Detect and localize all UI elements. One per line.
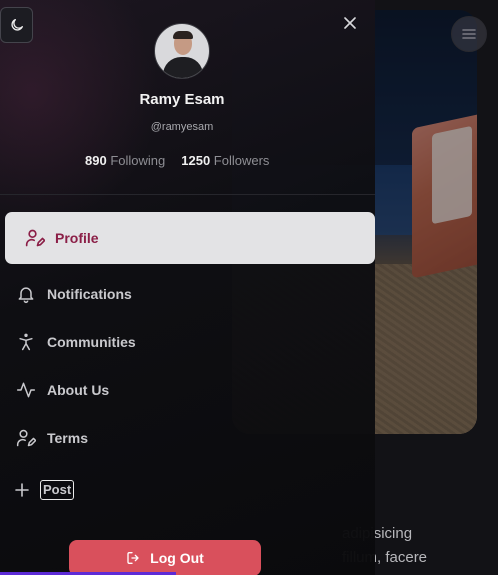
- logout-button[interactable]: Log Out: [69, 540, 261, 575]
- nav-item-label: Communities: [47, 334, 136, 350]
- following-count: 890: [85, 153, 107, 168]
- followers-label: Followers: [213, 153, 270, 168]
- post-button[interactable]: Post: [0, 478, 120, 504]
- nav-item-label: Notifications: [47, 286, 132, 302]
- theme-toggle-button[interactable]: [0, 7, 33, 43]
- accessibility-icon: [19, 333, 33, 351]
- close-icon: [344, 17, 356, 29]
- bell-icon: [18, 287, 34, 304]
- menu-button[interactable]: [451, 16, 487, 52]
- menu-icon: [462, 29, 476, 39]
- followers-count: 1250: [181, 153, 211, 168]
- user-edit-icon: [16, 429, 36, 447]
- nav-item-profile[interactable]: Profile: [5, 212, 375, 264]
- side-drawer: Ramy Esam @ramyesam 890 Following 1250 F…: [0, 0, 375, 575]
- followers-stat[interactable]: 1250 Followers: [181, 153, 269, 168]
- following-stat[interactable]: 890 Following: [85, 153, 165, 168]
- logout-icon: [127, 552, 139, 564]
- following-label: Following: [110, 153, 166, 168]
- nav-item-label: Terms: [47, 430, 88, 446]
- nav-item-label: About Us: [47, 382, 110, 398]
- post-label: Post: [40, 480, 75, 500]
- divider: [0, 194, 375, 195]
- plus-icon: [15, 483, 29, 497]
- user-name: Ramy Esam: [139, 91, 225, 108]
- nav-item-communities[interactable]: Communities: [0, 328, 375, 356]
- nav-item-terms[interactable]: Terms: [0, 424, 375, 452]
- logout-label: Log Out: [150, 550, 204, 566]
- moon-icon: [10, 19, 23, 31]
- close-drawer-button[interactable]: [341, 14, 359, 32]
- nav-item-notifications[interactable]: Notifications: [0, 280, 375, 308]
- avatar[interactable]: [154, 23, 210, 79]
- nav-item-about-us[interactable]: About Us: [0, 376, 375, 404]
- user-handle: @ramyesam: [150, 121, 214, 133]
- user-edit-icon: [25, 229, 45, 247]
- nav-item-label: Profile: [55, 230, 99, 246]
- activity-icon: [16, 382, 36, 398]
- follow-stats: 890 Following 1250 Followers: [85, 153, 269, 168]
